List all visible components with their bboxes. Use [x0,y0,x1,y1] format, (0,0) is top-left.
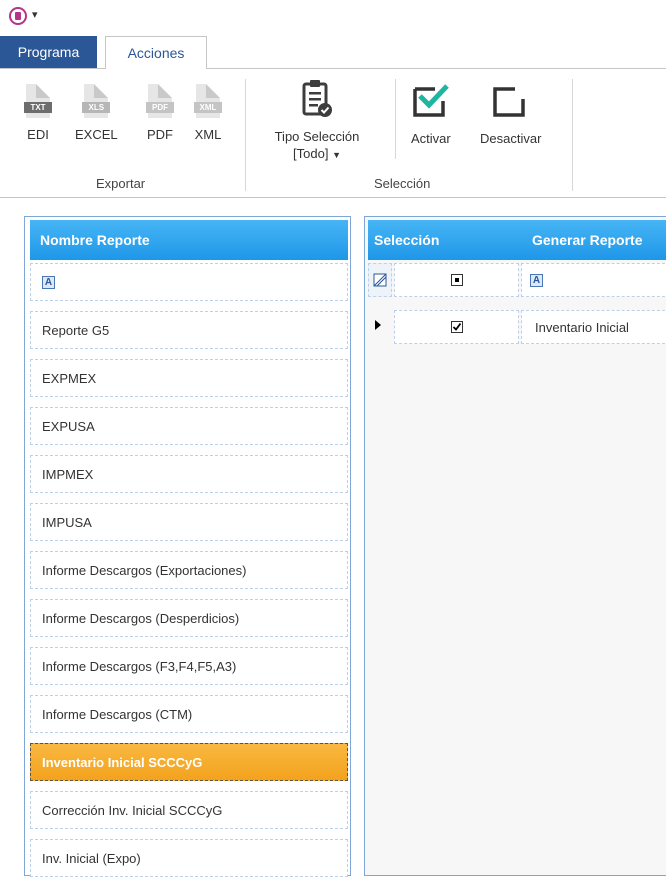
selection-grid-panel: Selección Generar Reporte A Inventario I… [364,216,666,876]
report-list-item[interactable]: Informe Descargos (F3,F4,F5,A3) [30,647,348,685]
report-list-item[interactable]: Inventario Inicial SCCCyG [30,743,348,781]
seleccion-filter-cell[interactable] [394,263,519,297]
generar-reporte-cell[interactable]: Inventario Inicial [521,310,666,344]
report-list-item[interactable]: Informe Descargos (CTM) [30,695,348,733]
title-bar: ▾ [0,0,666,34]
export-xml-button[interactable]: XML XML [194,84,222,143]
filter-options-icon[interactable] [368,263,392,297]
report-list-item[interactable]: Inv. Inicial (Expo) [30,839,348,877]
col-seleccion-header[interactable]: Selección [374,232,439,248]
report-list-panel: Nombre Reporte A Reporte G5 EXPMEX EXPUSA I… [24,216,351,877]
filter-row[interactable]: A [30,263,348,301]
clipboard-check-icon [302,80,332,117]
app-database-icon[interactable] [9,7,27,25]
grid-header: Selección Generar Reporte [368,220,666,260]
tipo-seleccion-label: Tipo Selección [274,129,360,144]
export-excel-label: EXCEL [75,127,118,142]
seleccion-cell[interactable] [394,310,519,344]
report-list-item[interactable]: EXPMEX [30,359,348,397]
tipo-seleccion-value: [Todo] ▼ [293,146,341,161]
generar-filter-cell[interactable]: A [521,263,666,297]
txt-file-icon: TXT [24,84,52,118]
tipo-seleccion-dropdown[interactable]: Tipo Selección [Todo] ▼ [262,79,372,164]
ribbon-separator [395,79,396,159]
export-edi-label: EDI [27,127,49,142]
ribbon-separator [572,79,573,191]
report-list-item[interactable]: IMPMEX [30,455,348,493]
xls-file-icon: XLS [82,84,111,118]
report-list-item[interactable]: Informe Descargos (Exportaciones) [30,551,348,589]
indeterminate-checkbox[interactable] [450,274,463,286]
export-group-label: Exportar [96,176,146,191]
row-checkbox[interactable] [450,321,463,333]
pdf-file-icon: PDF [146,84,174,118]
xml-file-icon: XML [194,84,222,118]
report-list-item[interactable]: EXPUSA [30,407,348,445]
export-pdf-label: PDF [147,127,173,142]
activar-button[interactable]: Activar [411,83,451,147]
dropdown-arrow-icon: ▼ [332,150,341,160]
desactivar-label: Desactivar [480,131,542,146]
export-edi-button[interactable]: TXT EDI [24,84,52,143]
filter-text-icon[interactable]: A [42,275,55,289]
ribbon: TXT EDI XLS EXCEL PDF PDF XML XML Export… [0,68,666,198]
col-generar-header[interactable]: Generar Reporte [532,232,642,248]
report-list-item[interactable]: IMPUSA [30,503,348,541]
checked-box-icon [413,84,449,117]
tab-acciones[interactable]: Acciones [105,36,207,69]
export-excel-button[interactable]: XLS EXCEL [75,84,118,143]
report-list-item[interactable]: Corrección Inv. Inicial SCCCyG [30,791,348,829]
nombre-reporte-header[interactable]: Nombre Reporte [30,220,348,260]
desactivar-button[interactable]: Desactivar [480,83,541,147]
report-list-item[interactable]: Informe Descargos (Desperdicios) [30,599,348,637]
report-list-item[interactable]: Reporte G5 [30,311,348,349]
selection-group-label: Selección [374,176,431,191]
filter-text-icon[interactable]: A [530,273,543,287]
empty-box-icon [492,87,525,117]
check-icon [452,322,461,331]
row-indicator-icon [375,320,381,330]
activar-label: Activar [411,131,451,146]
export-pdf-button[interactable]: PDF PDF [146,84,174,143]
export-xml-label: XML [194,127,222,142]
ribbon-tabs: Programa Acciones [0,36,666,69]
tab-programa[interactable]: Programa [0,36,97,68]
ribbon-separator [245,79,246,191]
quick-access-dropdown-icon[interactable]: ▾ [32,9,38,21]
